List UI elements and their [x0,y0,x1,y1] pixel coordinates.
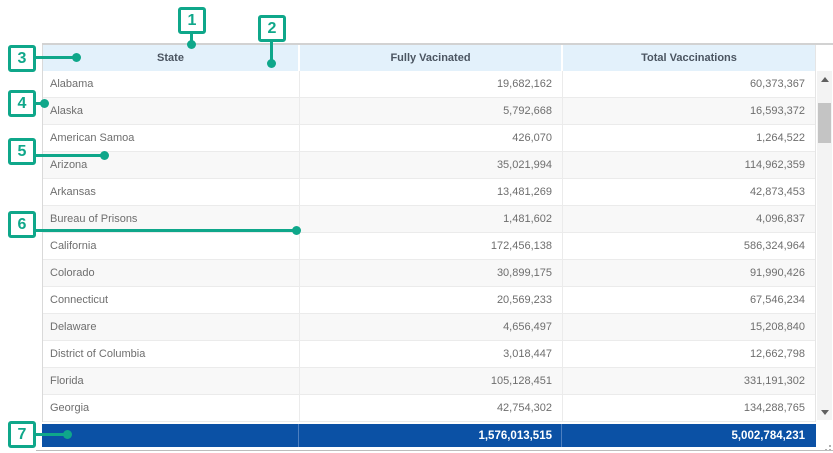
column-header-state[interactable]: State [43,45,300,71]
callout-7-dot [63,430,72,439]
state-cell: Alabama [43,71,300,97]
callout-3-box: 3 [8,45,36,72]
fully-vaccinated-cell: 3,018,447 [300,341,563,367]
callout-3-dot [72,53,81,62]
callout-4-box: 4 [8,90,36,117]
table-row[interactable]: California 172,456,138 586,324,964 [43,233,815,260]
fully-vaccinated-cell: 19,682,162 [300,71,563,97]
fully-vaccinated-cell: 42,754,302 [300,395,563,421]
total-vaccinations-cell: 60,373,367 [563,71,815,97]
fully-vaccinated-cell: 20,569,233 [300,287,563,313]
column-header-total-vaccinations[interactable]: Total Vaccinations [563,45,815,71]
scrollbar-thumb[interactable] [818,103,831,143]
fully-vaccinated-cell: 426,070 [300,125,563,151]
callout-2-box: 2 [258,15,286,42]
callout-1-box: 1 [178,7,206,34]
callout-2-dot [267,59,276,68]
callout-5-line [35,154,105,157]
callout-5-box: 5 [8,138,36,165]
table-row[interactable]: Florida 105,128,451 331,191,302 [43,368,815,395]
total-vaccinations-cell: 15,208,840 [563,314,815,340]
callout-6-box: 6 [8,211,36,238]
window-bottom-border [36,450,833,451]
table-row[interactable]: Georgia 42,754,302 134,288,765 [43,395,815,422]
callout-6-number: 6 [18,216,27,234]
callout-1-number: 1 [188,12,197,30]
total-vaccinations-cell: 16,593,372 [563,98,815,124]
state-cell: Delaware [43,314,300,340]
fully-vaccinated-cell: 4,656,497 [300,314,563,340]
table-totals-row: 1,576,013,515 5,002,784,231 [42,424,816,447]
total-vaccinations-cell: 134,288,765 [563,395,815,421]
state-cell: American Samoa [43,125,300,151]
callout-7-box: 7 [8,421,36,448]
table-row[interactable]: Arkansas 13,481,269 42,873,453 [43,179,815,206]
state-cell: Colorado [43,260,300,286]
fully-vaccinated-cell: 1,481,602 [300,206,563,232]
total-vaccinations-cell: 114,962,359 [563,152,815,178]
total-vaccinations-cell: 12,662,798 [563,341,815,367]
state-cell: Florida [43,368,300,394]
state-cell: California [43,233,300,259]
total-vaccinations-cell: 67,546,234 [563,287,815,313]
totals-fully-vaccinated: 1,576,013,515 [299,424,562,447]
state-cell: Connecticut [43,287,300,313]
column-header-fully-vaccinated[interactable]: Fully Vacinated [300,45,563,71]
fully-vaccinated-cell: 5,792,668 [300,98,563,124]
table-row[interactable]: Alabama 19,682,162 60,373,367 [43,71,815,98]
table-header-row: State Fully Vacinated Total Vaccinations [42,45,816,71]
callout-6-line [35,229,297,232]
callout-4-dot [40,99,49,108]
total-vaccinations-cell: 91,990,426 [563,260,815,286]
callout-3-number: 3 [18,50,27,68]
fully-vaccinated-cell: 172,456,138 [300,233,563,259]
fully-vaccinated-cell: 13,481,269 [300,179,563,205]
total-vaccinations-cell: 586,324,964 [563,233,815,259]
callout-6-dot [292,226,301,235]
callout-3-line [35,56,77,59]
state-cell: Georgia [43,395,300,421]
table-row[interactable]: Connecticut 20,569,233 67,546,234 [43,287,815,314]
table-row[interactable]: Alaska 5,792,668 16,593,372 [43,98,815,125]
total-vaccinations-cell: 1,264,522 [563,125,815,151]
table-row[interactable]: Colorado 30,899,175 91,990,426 [43,260,815,287]
chevron-up-icon [821,77,829,82]
fully-vaccinated-cell: 30,899,175 [300,260,563,286]
chevron-down-icon [821,410,829,415]
totals-total-vaccinations: 5,002,784,231 [562,424,814,447]
table-row[interactable]: Arizona 35,021,994 114,962,359 [43,152,815,179]
fully-vaccinated-cell: 105,128,451 [300,368,563,394]
annotated-list-table-screenshot: State Fully Vacinated Total Vaccinations… [0,0,833,453]
callout-7-number: 7 [18,426,27,444]
state-cell: Alaska [43,98,300,124]
total-vaccinations-cell: 331,191,302 [563,368,815,394]
scroll-down-button[interactable] [817,404,832,420]
callout-1-dot [187,40,196,49]
table-row[interactable]: American Samoa 426,070 1,264,522 [43,125,815,152]
total-vaccinations-cell: 4,096,837 [563,206,815,232]
vertical-scrollbar[interactable] [817,71,832,420]
total-vaccinations-cell: 42,873,453 [563,179,815,205]
state-cell: District of Columbia [43,341,300,367]
table-row[interactable]: Delaware 4,656,497 15,208,840 [43,314,815,341]
totals-state-cell [42,424,299,447]
table-row[interactable]: District of Columbia 3,018,447 12,662,79… [43,341,815,368]
callout-4-number: 4 [18,95,27,113]
state-cell: Arkansas [43,179,300,205]
scroll-up-button[interactable] [817,71,832,87]
callout-5-dot [100,151,109,160]
callout-5-number: 5 [18,143,27,161]
callout-2-number: 2 [268,20,277,38]
fully-vaccinated-cell: 35,021,994 [300,152,563,178]
table-body: Alabama 19,682,162 60,373,367 Alaska 5,7… [42,71,816,422]
